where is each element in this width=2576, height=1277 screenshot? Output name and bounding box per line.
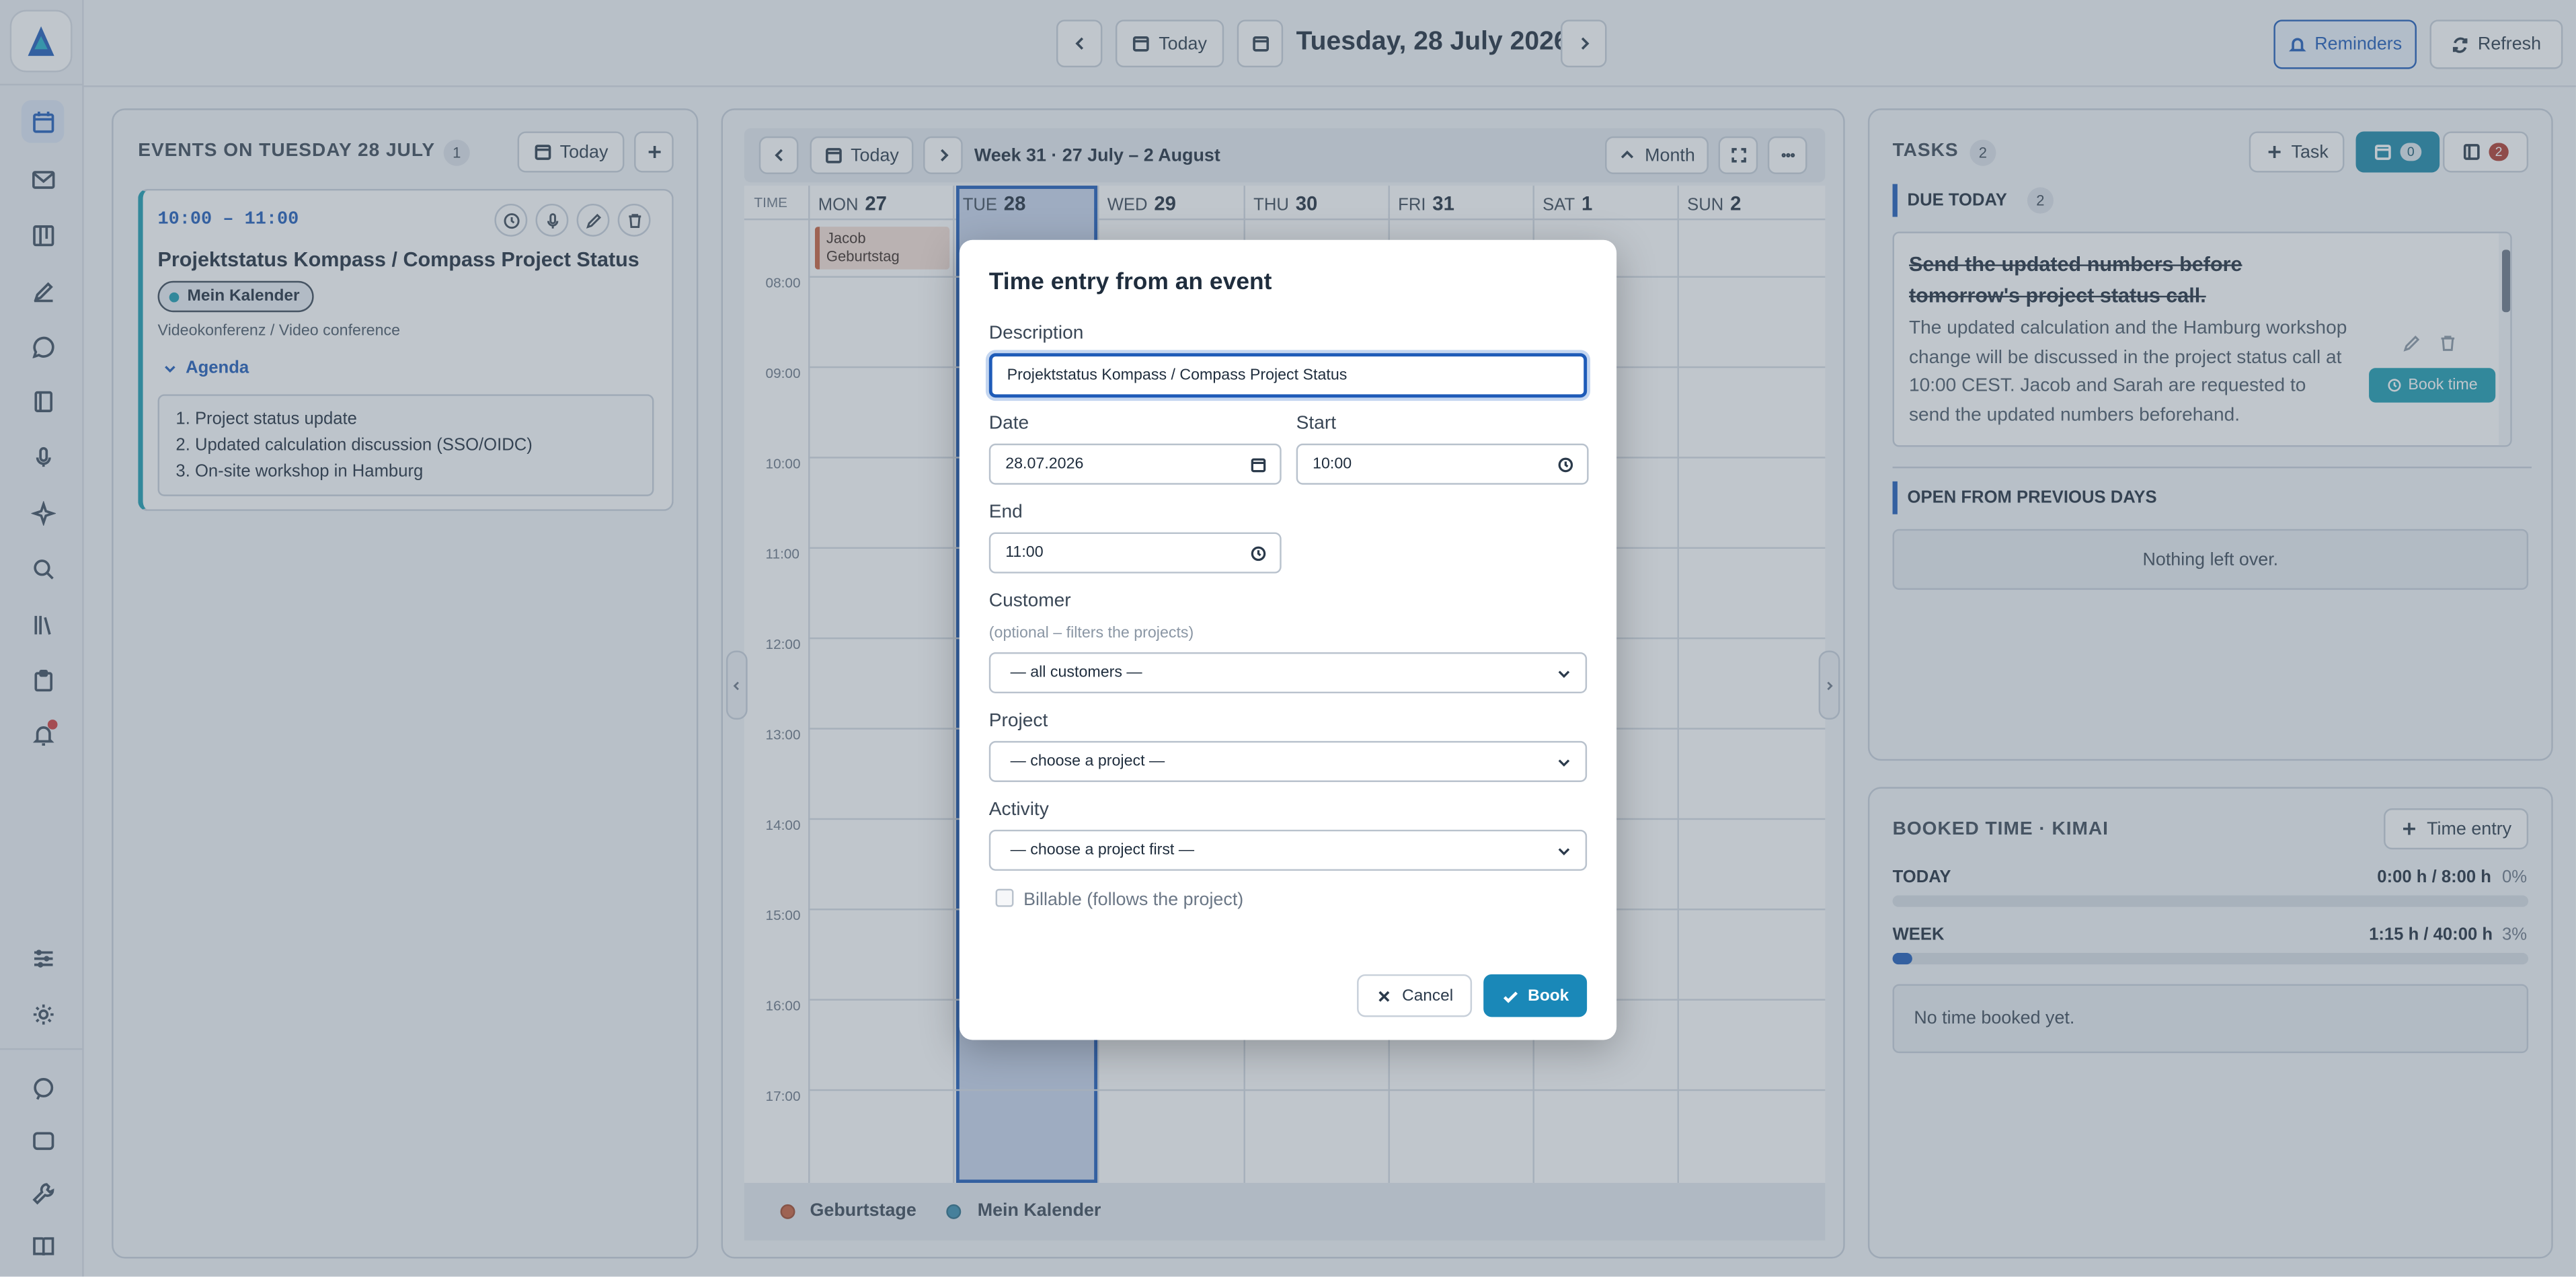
description-input[interactable]: Projektstatus Kompass / Compass Project … bbox=[988, 353, 1588, 398]
activity-value: — choose a project first — bbox=[1010, 841, 1195, 859]
dialog-title: Time entry from an event bbox=[988, 269, 1272, 296]
book-label: Book bbox=[1528, 986, 1569, 1005]
project-value: — choose a project — bbox=[1010, 752, 1165, 771]
end-input[interactable]: 11:00 bbox=[988, 532, 1282, 574]
cancel-button[interactable]: Cancel bbox=[1357, 974, 1473, 1017]
customer-value: — all customers — bbox=[1010, 664, 1142, 682]
chevron-down-icon bbox=[1558, 847, 1570, 855]
chevron-down-icon bbox=[1558, 759, 1570, 766]
close-icon bbox=[1379, 990, 1391, 1001]
billable-label: Billable (follows the project) bbox=[1023, 890, 1244, 911]
date-input[interactable]: 28.07.2026 bbox=[988, 443, 1282, 485]
start-input[interactable]: 10:00 bbox=[1296, 443, 1589, 485]
date-label: Date bbox=[988, 414, 1029, 434]
clock-icon bbox=[1251, 545, 1266, 560]
description-label: Description bbox=[988, 323, 1084, 344]
activity-label: Activity bbox=[988, 800, 1049, 820]
book-button[interactable]: Book bbox=[1483, 974, 1588, 1017]
cancel-label: Cancel bbox=[1402, 986, 1454, 1005]
customer-select[interactable]: — all customers — bbox=[988, 652, 1588, 694]
time-entry-dialog: Time entry from an event Description Pro… bbox=[959, 239, 1617, 1040]
start-value: 10:00 bbox=[1313, 455, 1352, 473]
check-icon bbox=[1503, 991, 1518, 1003]
activity-select[interactable]: — choose a project first — bbox=[988, 829, 1588, 871]
project-select[interactable]: — choose a project — bbox=[988, 740, 1588, 782]
end-value: 11:00 bbox=[1005, 543, 1044, 562]
start-label: Start bbox=[1296, 414, 1337, 434]
customer-label: Customer bbox=[988, 591, 1071, 611]
end-label: End bbox=[988, 502, 1023, 523]
billable-checkbox[interactable] bbox=[995, 888, 1014, 907]
calendar-icon bbox=[1251, 457, 1266, 471]
project-label: Project bbox=[988, 711, 1048, 732]
chevron-down-icon bbox=[1558, 670, 1570, 677]
date-value: 28.07.2026 bbox=[1005, 455, 1084, 473]
clock-icon bbox=[1558, 457, 1573, 471]
customer-hint: (optional – filters the projects) bbox=[988, 624, 1194, 643]
